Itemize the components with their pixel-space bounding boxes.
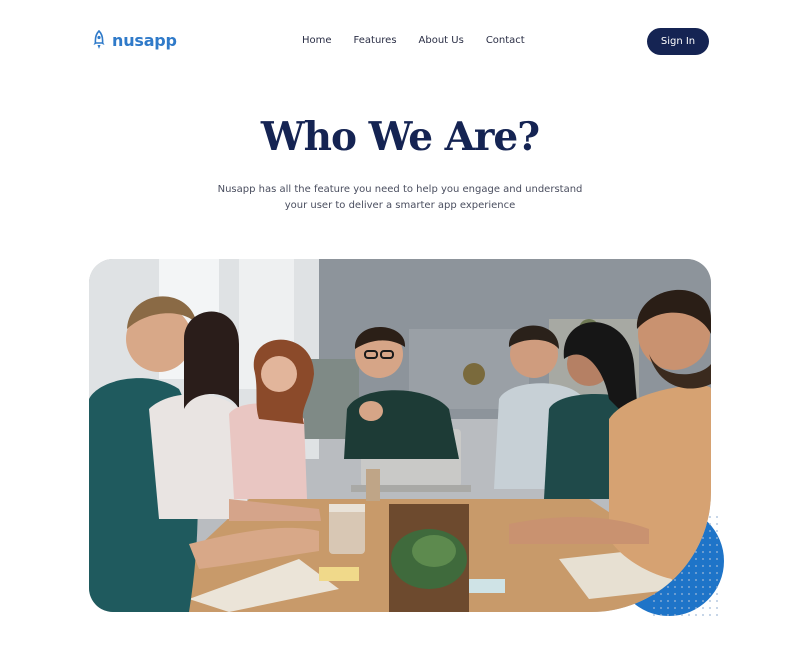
nav-features[interactable]: Features xyxy=(354,35,397,46)
nav-contact[interactable]: Contact xyxy=(486,35,525,46)
subtitle-line-2: your user to deliver a smarter app exper… xyxy=(284,200,516,211)
nav-home[interactable]: Home xyxy=(302,35,332,46)
page-title: Who We Are? xyxy=(260,114,540,160)
hero-subtitle: Nusapp has all the feature you need to h… xyxy=(200,182,600,214)
subtitle-line-1: Nusapp has all the feature you need to h… xyxy=(217,184,583,195)
main-menu: Home Features About Us Contact xyxy=(302,35,525,46)
rocket-icon xyxy=(93,30,105,49)
sign-in-button[interactable]: Sign In xyxy=(647,28,709,55)
top-navbar: nusapp Home Features About Us Contact Si… xyxy=(0,0,800,84)
logo[interactable]: nusapp xyxy=(92,30,177,50)
nav-about-us[interactable]: About Us xyxy=(419,35,464,46)
team-meeting-photo xyxy=(89,259,711,612)
logo-text: nusapp xyxy=(112,30,177,50)
team-meeting-illustration xyxy=(89,259,711,612)
